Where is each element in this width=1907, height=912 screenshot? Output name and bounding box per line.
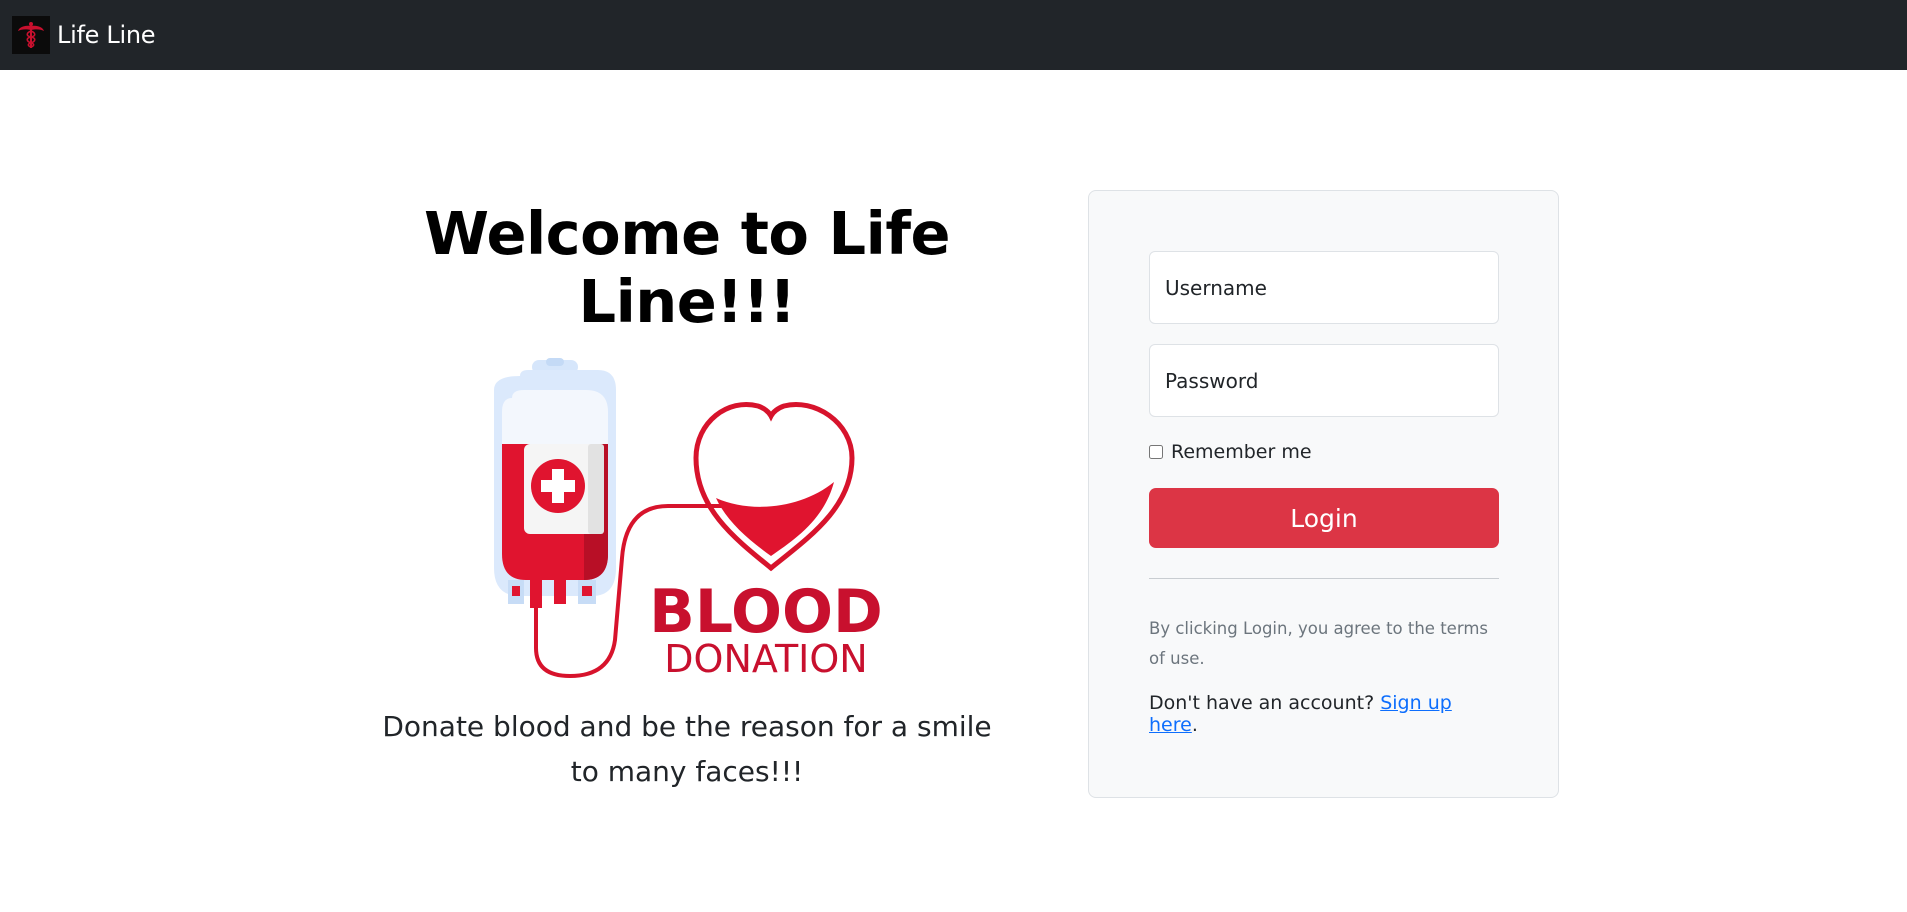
caduceus-icon	[12, 16, 50, 54]
remember-me[interactable]: Remember me	[1149, 441, 1498, 463]
remember-me-label: Remember me	[1171, 441, 1312, 463]
signup-suffix: .	[1191, 714, 1198, 736]
brand-link[interactable]: Life Line	[12, 16, 156, 54]
blood-bag-heart-icon: BLOOD DONATION	[494, 357, 883, 678]
hero-section: Welcome to Life Line!!! BLOOD DONATION D…	[340, 200, 1034, 794]
password-input[interactable]	[1149, 344, 1499, 417]
signup-prefix: Don't have an account?	[1149, 692, 1381, 714]
login-card: Remember me Login By clicking Login, you…	[1088, 190, 1559, 798]
brand-name: Life Line	[57, 21, 156, 49]
login-button[interactable]: Login	[1149, 488, 1499, 548]
terms-text: By clicking Login, you agree to the term…	[1149, 619, 1488, 668]
username-input[interactable]	[1149, 251, 1499, 324]
illustration-text-donation: DONATION	[664, 637, 867, 678]
navbar: Life Line	[0, 0, 1907, 70]
page-title: Welcome to Life Line!!!	[423, 199, 951, 336]
hero-subtitle: Donate blood and be the reason for a smi…	[382, 709, 992, 788]
signup-line: Don't have an account? Sign up here.	[1149, 692, 1498, 736]
remember-me-checkbox[interactable]	[1149, 445, 1163, 459]
divider	[1149, 578, 1499, 579]
